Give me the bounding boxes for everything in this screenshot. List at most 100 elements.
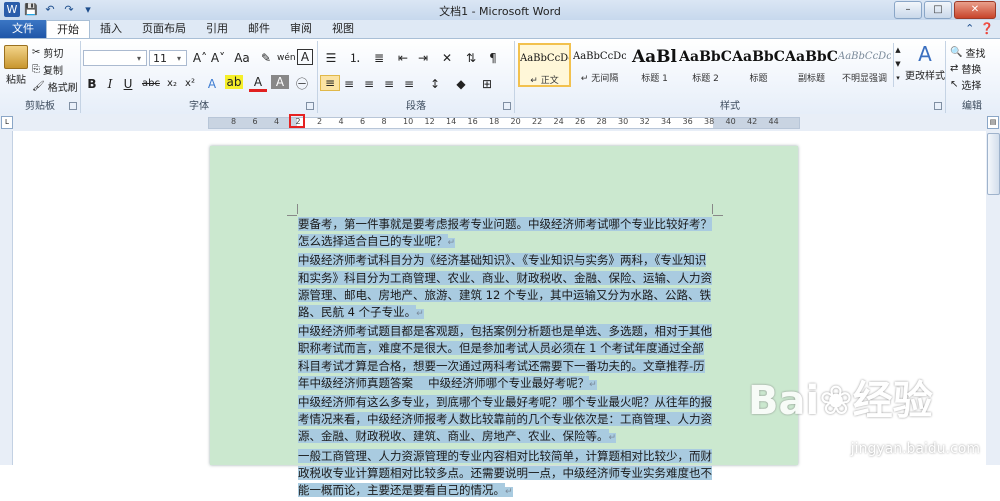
maximize-button[interactable]: □ bbox=[924, 1, 952, 19]
font-launcher-icon[interactable] bbox=[306, 102, 314, 110]
change-styles-button[interactable]: A 更改样式 bbox=[905, 43, 945, 82]
style-preview: AaBl bbox=[631, 47, 678, 67]
replace-button[interactable]: ⇄ 替换 bbox=[950, 61, 981, 76]
style-title[interactable]: AaBbC 标题 bbox=[732, 43, 785, 87]
character-border-button[interactable]: A bbox=[297, 49, 313, 65]
paragraph[interactable]: 要备考，第一件事就是要考虑报考专业问题。中级经济师考试哪个专业比较好考？怎么选择… bbox=[298, 216, 712, 252]
font-size-combo[interactable]: 11 ▾ bbox=[149, 50, 187, 66]
shading-icon[interactable]: ◆ bbox=[450, 75, 472, 93]
style-name: 标题 bbox=[749, 74, 768, 84]
select-label: 选择 bbox=[961, 81, 982, 92]
style-heading-2[interactable]: AaBbC 标题 2 bbox=[679, 43, 732, 87]
format-painter-button[interactable]: 🖌 格式刷 bbox=[32, 79, 78, 94]
paragraph[interactable]: 一般工商管理、人力资源管理的专业内容相对比较简单，计算题相对比较少，而财政税收专… bbox=[298, 448, 712, 501]
align-right-icon[interactable]: ≡ bbox=[360, 75, 378, 93]
bold-button[interactable]: B bbox=[83, 75, 101, 93]
scissors-icon: ✂ bbox=[32, 47, 41, 58]
sort-icon[interactable]: ⇅ bbox=[462, 49, 480, 67]
replace-icon: ⇄ bbox=[950, 63, 959, 74]
ruler-number: 4 bbox=[274, 117, 280, 126]
decrease-indent-icon[interactable]: ⇤ bbox=[394, 49, 412, 67]
help-icon[interactable]: ❓ bbox=[980, 22, 994, 35]
ruler-number: 10 bbox=[403, 117, 414, 126]
font-name-combo[interactable]: ▾ bbox=[83, 50, 147, 66]
style-no-spacing[interactable]: AaBbCcDc ↵ 无间隔 bbox=[573, 43, 626, 87]
tab-view[interactable]: 视图 bbox=[322, 20, 364, 38]
align-left-icon[interactable]: ≡ bbox=[320, 75, 340, 91]
numbering-icon[interactable]: ⒈ bbox=[344, 49, 366, 67]
character-shading-button[interactable]: A bbox=[271, 75, 289, 89]
justify-icon[interactable]: ≡ bbox=[380, 75, 398, 93]
styles-scroll[interactable]: ▲ ▼ ▾ bbox=[893, 43, 902, 87]
enclose-characters-button[interactable]: ㊀ bbox=[293, 75, 311, 93]
minimize-button[interactable]: – bbox=[894, 1, 922, 19]
subscript-button[interactable]: x₂ bbox=[163, 75, 181, 93]
style-subtle-emphasis[interactable]: AaBbCcDc 不明显强调 bbox=[838, 43, 891, 87]
copy-button[interactable]: ⎘ 复制 bbox=[32, 62, 63, 77]
scroll-thumb[interactable] bbox=[987, 133, 1000, 195]
italic-button[interactable]: I bbox=[101, 75, 119, 93]
paragraph-group: ☰ ⒈ ≣ ⇤ ⇥ ✕ ⇅ ¶ ≡ ≡ ≡ ≡ ≡ ↕ ◆ ⊞ 段落 bbox=[318, 41, 515, 113]
indent-marker-highlight[interactable] bbox=[289, 114, 305, 128]
chinese-layout-icon[interactable]: ✕ bbox=[436, 49, 458, 67]
underline-button[interactable]: U bbox=[119, 75, 137, 93]
style-name: 标题 2 bbox=[692, 74, 719, 84]
title-bar: W 💾 ↶ ↷ ▾ 文档1 - Microsoft Word – □ ✕ bbox=[0, 0, 1000, 21]
clear-formatting-button[interactable]: ✎ bbox=[257, 49, 275, 67]
tab-references[interactable]: 引用 bbox=[196, 20, 238, 38]
tab-review[interactable]: 审阅 bbox=[280, 20, 322, 38]
close-button[interactable]: ✕ bbox=[954, 1, 996, 19]
style-heading-1[interactable]: AaBl 标题 1 bbox=[628, 43, 681, 87]
change-case-button[interactable]: Aa bbox=[231, 49, 253, 67]
minimize-ribbon-icon[interactable]: ⌃ bbox=[965, 22, 974, 35]
distributed-icon[interactable]: ≡ bbox=[400, 75, 418, 93]
superscript-button[interactable]: x² bbox=[181, 75, 199, 93]
paragraph-mark: ↵ bbox=[589, 379, 597, 390]
horizontal-ruler-row: L 8 6 4 2 2 4 6 8 10 12 14 16 18 20 22 24 26 28 30 32 34 36 38… bbox=[0, 114, 1000, 132]
tab-mailings[interactable]: 邮件 bbox=[238, 20, 280, 38]
document-body[interactable]: 要备考，第一件事就是要考虑报考专业问题。中级经济师考试哪个专业比较好考？怎么选择… bbox=[298, 216, 712, 501]
tab-selector-icon[interactable]: L bbox=[1, 116, 13, 129]
strikethrough-button[interactable]: abc bbox=[139, 75, 163, 93]
phonetic-guide-button[interactable]: wén bbox=[277, 49, 296, 67]
vertical-ruler[interactable] bbox=[0, 131, 13, 465]
paragraph-launcher-icon[interactable] bbox=[503, 102, 511, 110]
style-preview: AaBbC bbox=[679, 49, 732, 65]
style-subtitle[interactable]: AaBbC 副标题 bbox=[785, 43, 838, 87]
find-button[interactable]: 🔍 查找 bbox=[950, 45, 985, 60]
tab-insert[interactable]: 插入 bbox=[90, 20, 132, 38]
tab-file[interactable]: 文件 bbox=[0, 20, 46, 38]
ruler-number: 8 bbox=[381, 117, 387, 126]
text-effects-button[interactable]: A bbox=[203, 75, 221, 93]
style-name: ↵ 正文 bbox=[530, 76, 559, 86]
line-spacing-icon[interactable]: ↕ bbox=[424, 75, 446, 93]
brush-icon: 🖌 bbox=[32, 81, 45, 92]
bullets-icon[interactable]: ☰ bbox=[320, 49, 342, 67]
styles-launcher-icon[interactable] bbox=[934, 102, 942, 110]
tab-page-layout[interactable]: 页面布局 bbox=[132, 20, 196, 38]
highlight-button[interactable]: ab bbox=[225, 75, 243, 89]
ruler-number: 44 bbox=[768, 117, 779, 126]
style-normal[interactable]: AaBbCcDc ↵ 正文 bbox=[518, 43, 571, 87]
cut-button[interactable]: ✂ 剪切 bbox=[32, 45, 63, 60]
view-ruler-icon[interactable]: ▤ bbox=[987, 116, 999, 129]
borders-icon[interactable]: ⊞ bbox=[476, 75, 498, 93]
select-button[interactable]: ↖ 选择 bbox=[950, 77, 981, 92]
ruler-number: 36 bbox=[682, 117, 693, 126]
paragraph-text: 中级经济师有这么多专业，到底哪个专业最好考呢？哪个专业最火呢？从往年的报考情况来… bbox=[298, 395, 712, 444]
grow-font-button[interactable]: A˄ bbox=[191, 49, 209, 67]
paste-button[interactable]: 粘贴 bbox=[4, 45, 28, 86]
font-color-button[interactable]: A bbox=[249, 75, 267, 92]
tab-home[interactable]: 开始 bbox=[46, 20, 90, 38]
paragraph[interactable]: 中级经济师考试科目分为《经济基础知识》、《专业知识与实务》两科，《专业知识和实务… bbox=[298, 252, 712, 323]
show-marks-icon[interactable]: ¶ bbox=[484, 49, 502, 67]
multilevel-list-icon[interactable]: ≣ bbox=[368, 49, 390, 67]
paragraph[interactable]: 中级经济师有这么多专业，到底哪个专业最好考呢？哪个专业最火呢？从往年的报考情况来… bbox=[298, 394, 712, 448]
style-name: ↵ 无间隔 bbox=[580, 74, 619, 84]
ruler-number: 38 bbox=[704, 117, 715, 126]
increase-indent-icon[interactable]: ⇥ bbox=[414, 49, 432, 67]
paragraph[interactable]: 中级经济师考试题目都是客观题，包括案例分析题也是单选、多选题，相对于其他职称考试… bbox=[298, 323, 712, 394]
clipboard-launcher-icon[interactable] bbox=[69, 102, 77, 110]
shrink-font-button[interactable]: A˅ bbox=[209, 49, 227, 67]
align-center-icon[interactable]: ≡ bbox=[340, 75, 358, 93]
